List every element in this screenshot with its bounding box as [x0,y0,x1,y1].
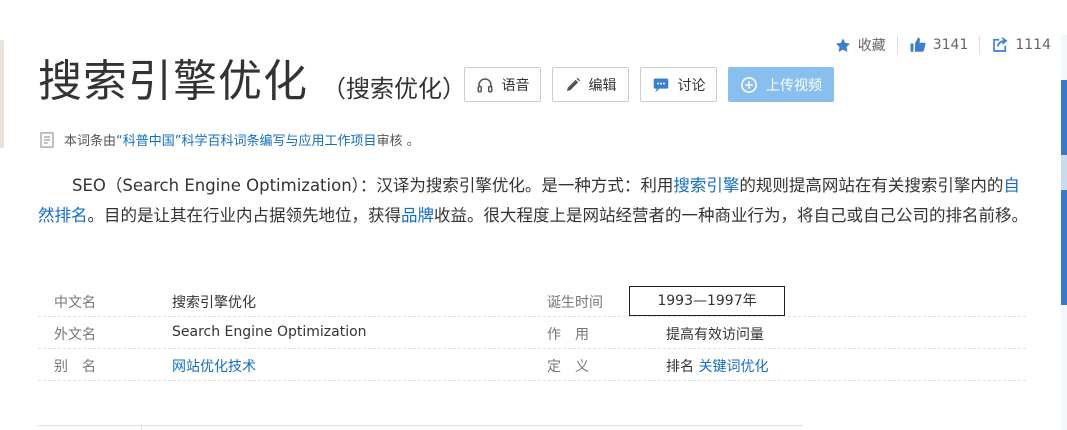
star-icon [835,37,850,52]
entry-header: 搜索引擎优化 （搜索优化） [38,56,466,108]
basic-info-table: 中文名 搜索引擎优化 诞生时间 1993—1997年 外文名 Search En… [38,285,1026,381]
table-row: 中文名 搜索引擎优化 诞生时间 1993—1997年 [38,285,1026,317]
review-source: 本词条由 “科普中国”科学百科词条编写与应用工作项目 审核 。 [38,130,420,149]
source-prefix: 本词条由 [64,134,117,149]
source-suffix: 审核 。 [376,134,420,149]
link-search-engine[interactable]: 搜索引擎 [673,176,739,195]
discuss-button[interactable]: 讨论 [640,67,717,102]
like-button[interactable]: 3141 [909,36,969,54]
plus-circle-icon [741,76,757,93]
upload-video-label: 上传视频 [766,77,822,94]
summary-text: 收益。很大程度上是网站经营者的一种商业行为，将自己或自己公司的排名前移。 [434,206,1028,225]
info-value-chinese-name: 搜索引擎优化 [172,295,256,311]
definition-link[interactable]: 关键词优化 [698,359,768,375]
share-button[interactable]: 1114 [991,36,1051,54]
right-edge-highlight [1061,155,1067,190]
info-label-alias: 别 名 [54,359,96,375]
left-edge-decoration [0,40,4,148]
info-value-foreign-name: Search Engine Optimization [172,324,367,340]
stat-divider [979,36,981,54]
entry-summary: SEO（Search Engine Optimization）：汉译为搜索引擎优… [38,171,1028,231]
voice-button[interactable]: 语音 [464,67,541,102]
favorite-label: 收藏 [857,38,886,54]
table-row: 外文名 Search Engine Optimization 作 用 提高有效访… [38,317,1026,349]
comment-icon [653,77,668,92]
info-label-foreign-name: 外文名 [54,327,96,343]
divider [38,425,803,426]
entry-actions: 语音 编辑 讨论 上传视频 [464,67,845,102]
headphones-icon [477,77,492,92]
divider [141,425,142,430]
definition-text: 排名 [666,359,699,375]
info-label-definition: 定 义 [547,359,589,375]
like-count: 3141 [932,37,969,53]
upload-video-button[interactable]: 上传视频 [728,67,834,102]
share-icon [993,37,1008,52]
share-count: 1114 [1015,37,1051,53]
info-value-alias-link[interactable]: 网站优化技术 [172,356,256,376]
info-label-chinese-name: 中文名 [54,295,96,311]
pencil-icon [566,77,580,91]
voice-label: 语音 [501,77,530,94]
table-row: 别 名 网站优化技术 定 义 排名 关键词优化 [38,349,1026,381]
summary-text: 。目的是让其在行业内占据领先地位，获得 [87,206,402,225]
favorite-button[interactable]: 收藏 [834,35,886,55]
edit-label: 编辑 [588,77,617,94]
discuss-label: 讨论 [677,77,706,94]
right-edge-panel [1061,35,1067,430]
info-label-function: 作 用 [547,327,589,343]
info-value-function: 提高有效访问量 [666,327,764,343]
right-edge-image [1061,80,1067,305]
info-value-definition: 排名 关键词优化 [666,356,768,376]
edit-button[interactable]: 编辑 [552,67,629,102]
entry-stats: 收藏 3141 1114 [834,34,1051,56]
document-icon [40,131,54,148]
link-brand[interactable]: 品牌 [401,206,434,225]
source-link[interactable]: “科普中国”科学百科词条编写与应用工作项目 [116,130,376,149]
stat-divider [896,36,898,54]
info-value-birth-time: 1993—1997年 [629,286,785,316]
thumbs-up-icon [910,37,926,52]
page-subtitle: （搜索优化） [322,74,466,103]
summary-text: 的规则提高网站在有关搜索引擎内的 [739,176,1004,195]
page-title: 搜索引擎优化 [38,56,308,107]
summary-text: SEO（Search Engine Optimization）：汉译为搜索引擎优… [72,176,674,195]
info-label-birth-time: 诞生时间 [547,295,603,311]
